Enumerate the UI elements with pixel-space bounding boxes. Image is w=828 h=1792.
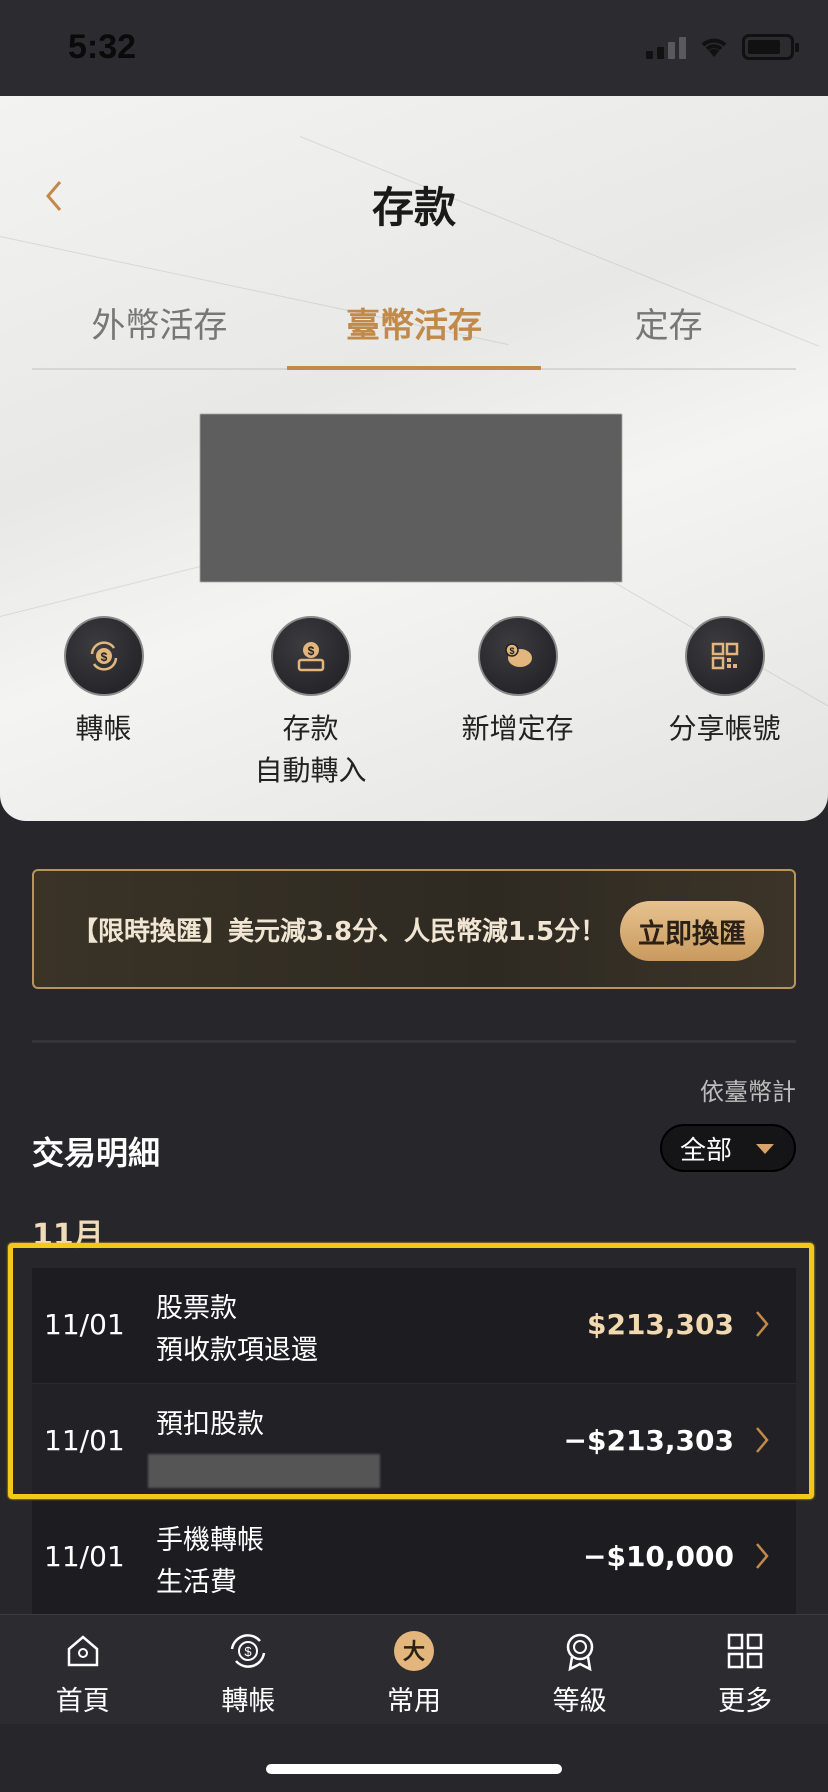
transfer-action[interactable]: $ 轉帳: [0, 616, 207, 792]
tabbar-favorites[interactable]: 大 常用: [331, 1615, 497, 1724]
transaction-row[interactable]: 11/01 股票款 預收款項退還 $213,303: [32, 1268, 796, 1384]
share-account-action[interactable]: 分享帳號: [621, 616, 828, 792]
quick-actions: $ 轉帳 $ 存款 自動轉入 $ 新增定存 分享帳號: [0, 616, 828, 792]
transaction-amount: −$10,000: [583, 1540, 734, 1573]
filter-label: 全部: [680, 1135, 733, 1166]
account-card: 存款 外幣活存 臺幣活存 定存 $ 轉帳 $ 存款 自動轉入 $ 新增定存 分享…: [0, 96, 828, 821]
tabbar-home[interactable]: 首頁: [0, 1615, 166, 1724]
exchange-now-button[interactable]: 立即換匯: [620, 901, 764, 961]
tabbar-level[interactable]: 等級: [497, 1615, 663, 1724]
new-time-deposit-label: 新增定存: [461, 712, 574, 745]
transfer-icon: $: [63, 616, 144, 696]
tabbar-more[interactable]: 更多: [662, 1615, 828, 1724]
redacted-description: [148, 1454, 380, 1488]
transaction-description: 預扣股款: [156, 1409, 264, 1440]
caret-down-icon: [756, 1144, 774, 1154]
battery-icon: [742, 34, 799, 60]
svg-text:大: 大: [403, 1640, 425, 1665]
promo-banner[interactable]: 【限時換匯】美元減3.8分、人民幣減1.5分！ 立即換匯: [32, 869, 796, 989]
tab-time-deposit[interactable]: 定存: [541, 286, 796, 368]
svg-text:$: $: [509, 646, 514, 656]
transaction-filter-dropdown[interactable]: 全部: [660, 1124, 796, 1172]
divider: [32, 1040, 796, 1043]
medal-icon: [566, 1633, 593, 1672]
deposit-icon: $: [270, 616, 351, 696]
signal-icon: [646, 35, 686, 59]
status-time: 5:32: [68, 28, 137, 66]
tabbar-transfer[interactable]: $ 轉帳: [166, 1615, 332, 1724]
svg-text:$: $: [100, 650, 107, 664]
redacted-balance: [200, 414, 622, 582]
grid-icon: [727, 1633, 763, 1669]
chevron-right-icon: [756, 1427, 769, 1453]
transaction-date: 11/01: [44, 1424, 125, 1457]
transaction-amount: $213,303: [586, 1308, 734, 1341]
transaction-date: 11/01: [44, 1308, 125, 1341]
chevron-right-icon: [756, 1311, 769, 1337]
transfer-label: 轉帳: [75, 712, 132, 745]
chevron-right-icon: [756, 1543, 769, 1569]
tab-twd-demand[interactable]: 臺幣活存: [286, 286, 542, 370]
transaction-description: 股票款 預收款項退還: [156, 1293, 318, 1366]
svg-text:$: $: [245, 1644, 253, 1659]
transaction-row[interactable]: 11/01 手機轉帳 生活費 −$10,000: [32, 1500, 796, 1616]
page-title: 存款: [371, 183, 456, 232]
share-account-label: 分享帳號: [668, 712, 781, 745]
transaction-date: 11/01: [44, 1540, 125, 1573]
auto-deposit-action[interactable]: $ 存款 自動轉入: [207, 616, 414, 792]
qr-code-icon: [684, 616, 765, 696]
account-tabs: 外幣活存 臺幣活存 定存: [32, 286, 796, 370]
transaction-row[interactable]: 11/01 預扣股款 −$213,303: [32, 1384, 796, 1500]
transactions-title: 交易明細: [32, 1134, 161, 1172]
transaction-amount: −$213,303: [563, 1424, 734, 1457]
home-indicator: [266, 1764, 562, 1774]
promo-text: 【限時換匯】美元減3.8分、人民幣減1.5分！: [72, 916, 607, 947]
bottom-tab-bar: 首頁 $ 轉帳 大 常用 等級 更多: [0, 1614, 828, 1724]
transaction-list: 11/01 股票款 預收款項退還 $213,303 11/01 預扣股款 −$2…: [32, 1268, 796, 1616]
svg-text:$: $: [307, 644, 314, 658]
transaction-description: 手機轉帳 生活費: [156, 1525, 264, 1598]
piggy-bank-icon: $: [477, 616, 558, 696]
favorite-logo-icon: 大: [393, 1631, 434, 1671]
wifi-icon: [701, 38, 727, 57]
currency-note: 依臺幣計: [700, 1078, 796, 1106]
new-time-deposit-action[interactable]: $ 新增定存: [414, 616, 621, 792]
status-bar: 5:32: [0, 0, 828, 96]
auto-deposit-label: 存款 自動轉入: [254, 712, 367, 787]
status-icons: [646, 34, 799, 60]
bottom-safe-area: [0, 1724, 828, 1792]
month-header: 11月: [32, 1218, 104, 1253]
tab-foreign-currency[interactable]: 外幣活存: [32, 286, 287, 368]
transfer-icon: $: [231, 1634, 266, 1668]
home-icon: [67, 1635, 99, 1667]
